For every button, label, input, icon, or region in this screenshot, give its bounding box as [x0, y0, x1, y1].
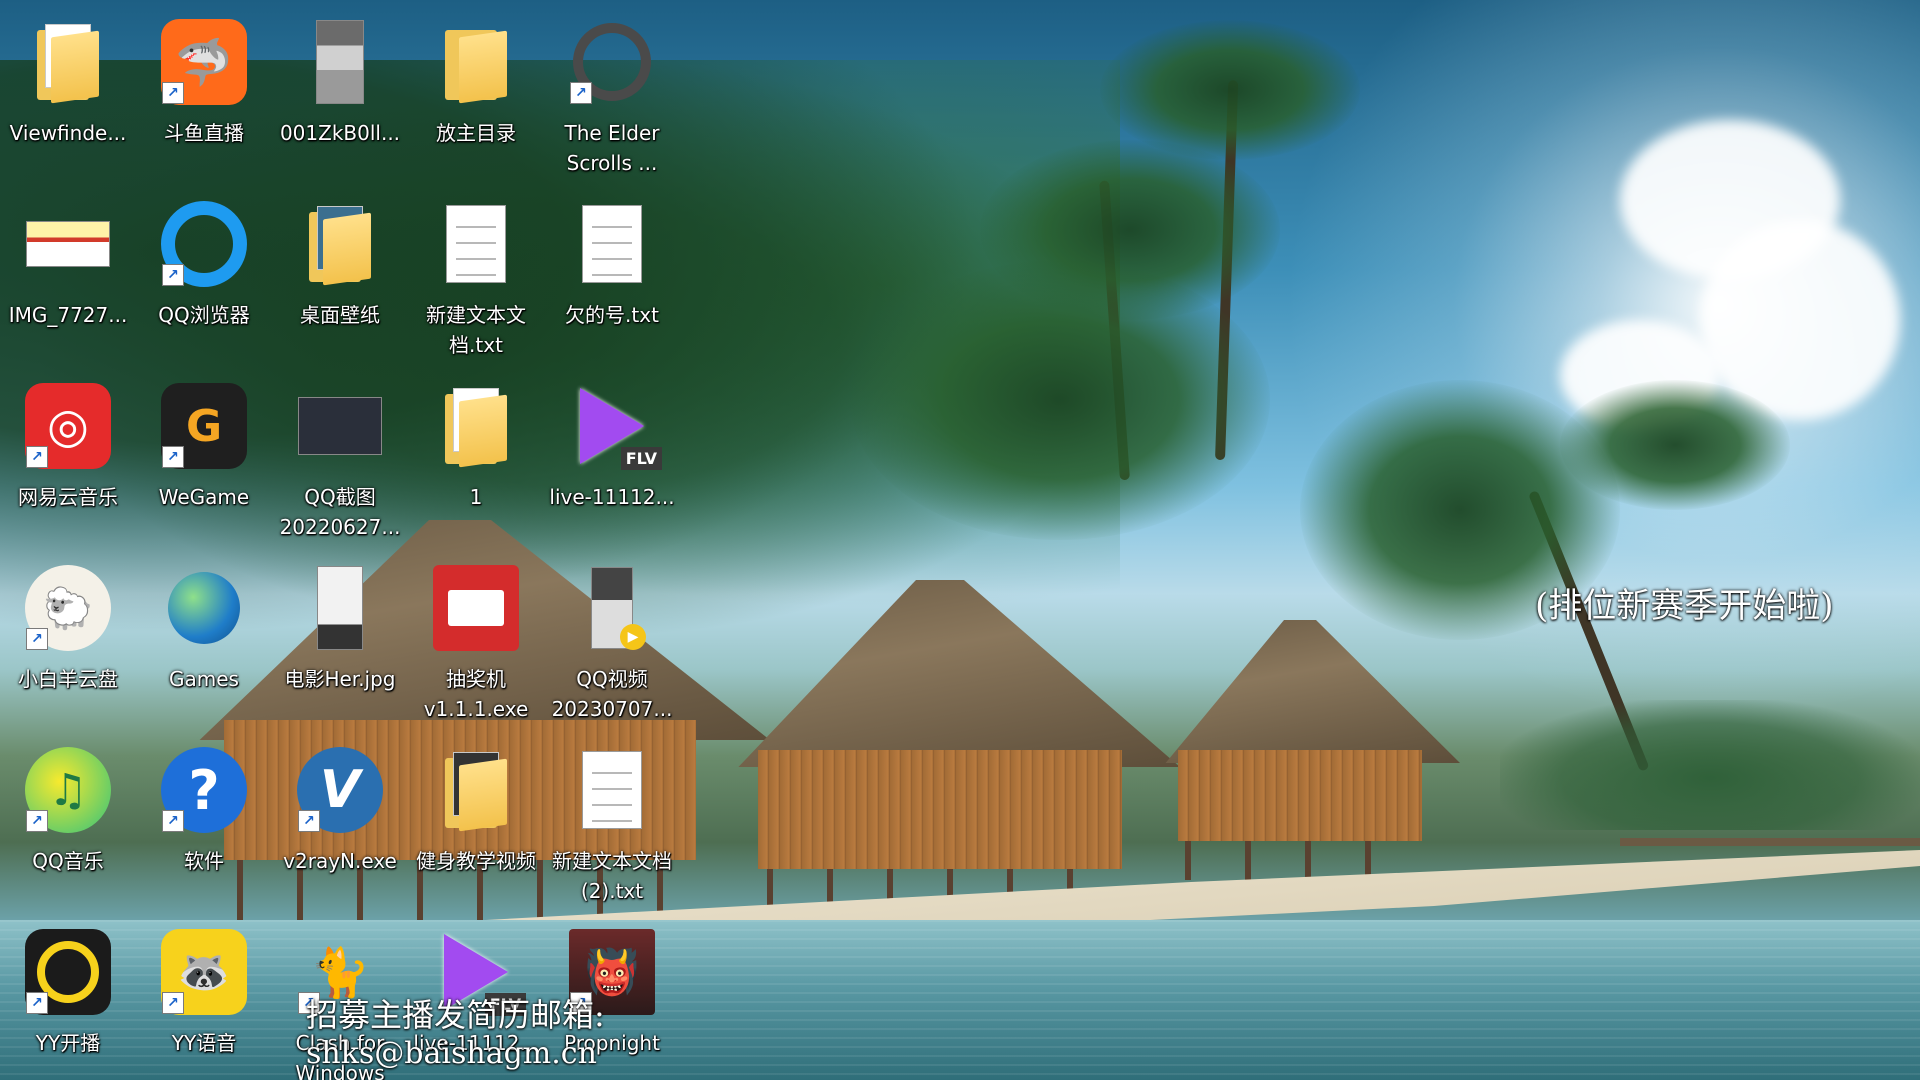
shortcut-arrow-icon: ↗	[162, 264, 184, 286]
games-globe-icon	[168, 572, 240, 644]
desktop-icon-001zkb0ll[interactable]: 001ZkB0ll...	[276, 8, 404, 178]
folder-icon	[445, 388, 507, 468]
desktop-icon-yy-live[interactable]: ↗ YY开播	[4, 918, 132, 1080]
text-file-icon	[446, 205, 506, 283]
desktop-icon-douyu[interactable]: 🦈 ↗ 斗鱼直播	[140, 8, 268, 178]
shortcut-arrow-icon: ↗	[298, 810, 320, 832]
desktop-icon-yy-voice[interactable]: 🦝 ↗ YY语音	[140, 918, 268, 1080]
wallpaper-palm-crown	[1100, 20, 1360, 160]
desktop-icon-her-jpg[interactable]: 电影Her.jpg	[276, 554, 404, 724]
desktop-icon-new-text-doc[interactable]: 新建文本文 档.txt	[412, 190, 540, 360]
shortcut-arrow-icon: ↗	[26, 628, 48, 650]
desktop-icon-software[interactable]: ? ↗ 软件	[140, 736, 268, 906]
image-file-icon	[317, 566, 363, 650]
desktop-icon-wallpapers[interactable]: 桌面壁纸	[276, 190, 404, 360]
desktop-icon-v2rayn[interactable]: V ↗ v2rayN.exe	[276, 736, 404, 906]
desktop-icon-folder-1[interactable]: 1	[412, 372, 540, 542]
desktop-icon-img-7727[interactable]: IMG_7727...	[4, 190, 132, 360]
wallpaper-hut	[700, 580, 1180, 920]
desktop[interactable]: Viewfinde... IMG_7727... ◎ ↗ 网易云音乐 🐑 ↗ 小…	[0, 0, 1920, 1080]
text-file-icon	[582, 751, 642, 829]
image-file-icon	[316, 20, 364, 104]
image-file-icon	[26, 221, 110, 267]
wallpaper-hut	[1140, 620, 1460, 880]
shortcut-arrow-icon: ↗	[26, 992, 48, 1014]
flv-badge: FLV	[620, 447, 662, 470]
desktop-icon-fitness-videos[interactable]: 健身教学视频	[412, 736, 540, 906]
shortcut-arrow-icon: ↗	[570, 82, 592, 104]
desktop-icon-owed-accounts[interactable]: 欠的号.txt	[548, 190, 676, 360]
text-file-icon	[582, 205, 642, 283]
play-badge-icon: ▶	[620, 624, 646, 650]
shortcut-arrow-icon: ↗	[162, 82, 184, 104]
desktop-icon-new-text-doc-2[interactable]: 新建文本文档 (2).txt	[548, 736, 676, 906]
lottery-app-icon	[433, 565, 519, 651]
overlay-recruit-line1: 招募主播发简历邮箱:	[306, 996, 605, 1034]
desktop-icon-live-flv-1[interactable]: FLV live-11112...	[548, 372, 676, 542]
shortcut-arrow-icon: ↗	[26, 810, 48, 832]
overlay-recruit-email: shks@baishagm.cn	[306, 1036, 597, 1071]
shortcut-arrow-icon: ↗	[162, 992, 184, 1014]
desktop-icon-qq-music[interactable]: ♫ ↗ QQ音乐	[4, 736, 132, 906]
image-file-icon	[298, 397, 382, 455]
folder-icon	[37, 24, 99, 104]
desktop-icon-qq-browser[interactable]: ↗ QQ浏览器	[140, 190, 268, 360]
desktop-icon-qq-video[interactable]: ▶ QQ视频 20230707...	[548, 554, 676, 724]
folder-icon	[445, 24, 507, 104]
desktop-icon-wegame[interactable]: G ↗ WeGame	[140, 372, 268, 542]
desktop-icon-netease-music[interactable]: ◎ ↗ 网易云音乐	[4, 372, 132, 542]
desktop-icon-qq-screenshot[interactable]: QQ截图 20220627...	[276, 372, 404, 542]
desktop-icon-viewfinder[interactable]: Viewfinde...	[4, 8, 132, 178]
desktop-icon-lottery[interactable]: 抽奖机 v1.1.1.exe	[412, 554, 540, 724]
shortcut-arrow-icon: ↗	[162, 810, 184, 832]
folder-icon	[309, 206, 371, 286]
desktop-icon-elder-scrolls[interactable]: ↗ The Elder Scrolls ...	[548, 8, 676, 178]
desktop-icon-games[interactable]: Games	[140, 554, 268, 724]
shortcut-arrow-icon: ↗	[162, 446, 184, 468]
wallpaper-pier	[1620, 838, 1920, 846]
desktop-icon-sheep-cloud[interactable]: 🐑 ↗ 小白羊云盘	[4, 554, 132, 724]
desktop-icon-home-dir[interactable]: 放主目录	[412, 8, 540, 178]
overlay-season-notice: (排位新赛季开始啦)	[1535, 586, 1834, 626]
wallpaper-palm-crown	[850, 260, 1270, 540]
shortcut-arrow-icon: ↗	[26, 446, 48, 468]
folder-icon	[445, 752, 507, 832]
wallpaper-island	[1500, 700, 1920, 830]
